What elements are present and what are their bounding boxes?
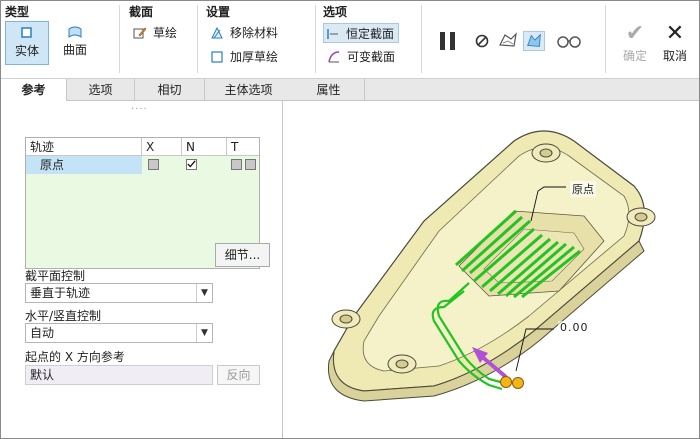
no-preview-icon[interactable] <box>471 31 493 51</box>
surface-icon <box>68 26 82 38</box>
t-checkbox[interactable] <box>231 159 242 170</box>
constant-section-label: 恒定截面 <box>346 27 395 41</box>
trajectory-name: 原点 <box>26 156 142 174</box>
header-n: N <box>182 138 227 156</box>
sweep-feature-window: 类型 实体 曲面 截面 草绘 设置 移除材料 加厚草绘 选项 恒定截面 可变截面… <box>0 0 700 439</box>
separator <box>421 5 422 73</box>
pause-icon[interactable] <box>437 31 459 51</box>
options-group-title: 选项 <box>323 5 348 19</box>
thicken-sketch-label: 加厚草绘 <box>230 50 279 64</box>
variable-section-label: 可变截面 <box>347 50 396 64</box>
section-plane-control-select[interactable]: 垂直于轨迹 ▼ <box>25 283 213 303</box>
preview-geometry-icon[interactable] <box>497 31 519 51</box>
check-icon <box>187 160 196 168</box>
tab-options[interactable]: 选项 <box>67 79 135 101</box>
verify-glasses-icon[interactable] <box>555 31 583 51</box>
hv-control-select[interactable]: 自动 ▼ <box>25 323 213 343</box>
boss-hole <box>339 314 353 324</box>
n-checkbox[interactable] <box>186 159 197 170</box>
tab-bar-extension: 属性 <box>283 79 699 101</box>
x-direction-field[interactable]: 默认 <box>25 365 213 385</box>
header-x: X <box>142 138 182 156</box>
separator <box>197 5 198 73</box>
surface-button[interactable]: 曲面 <box>53 21 97 65</box>
tab-tangency[interactable]: 相切 <box>135 79 205 101</box>
panel-grip[interactable]: .... <box>131 102 151 112</box>
chevron-down-icon: ▼ <box>196 324 212 342</box>
tab-properties[interactable]: 属性 <box>293 79 365 101</box>
remove-material-icon <box>211 26 223 39</box>
boss-hole <box>634 212 648 222</box>
t-checkbox-2[interactable] <box>245 159 256 170</box>
sketch-icon <box>133 27 147 39</box>
header-trajectory: 轨迹 <box>26 138 142 156</box>
solid-label: 实体 <box>14 44 39 58</box>
section-plane-control-label: 截平面控制 <box>25 269 86 283</box>
settings-group-title: 设置 <box>206 5 231 19</box>
graphics-viewport[interactable]: 原点 0.00 <box>284 101 699 438</box>
table-row[interactable]: 原点 <box>26 156 259 174</box>
preview-feature-icon[interactable] <box>523 31 545 51</box>
x-checkbox[interactable] <box>148 159 159 170</box>
start-point <box>512 377 524 389</box>
separator <box>315 5 316 73</box>
x-direction-label: 起点的 X 方向参考 <box>25 350 125 364</box>
coords-annotation: 0.00 <box>558 321 591 334</box>
check-icon: ✔ <box>625 21 645 46</box>
thicken-sketch-button[interactable]: 加厚草绘 <box>208 47 278 67</box>
separator <box>605 5 606 73</box>
close-icon: ✕ <box>665 21 685 46</box>
references-panel: .... 轨迹 X N T 原点 细节... 截平面控制 垂直于轨迹 ▼ 水平/… <box>1 101 283 438</box>
tab-bar: 参考 选项 相切 主体选项 <box>1 79 293 102</box>
tab-body-options[interactable]: 主体选项 <box>205 79 293 101</box>
details-button[interactable]: 细节... <box>215 243 270 267</box>
remove-material-button[interactable]: 移除材料 <box>208 23 278 43</box>
solid-button[interactable]: 实体 <box>5 21 49 65</box>
model-view <box>327 130 656 402</box>
origin-annotation: 原点 <box>570 181 596 197</box>
variable-section-icon <box>328 51 340 63</box>
type-group-title: 类型 <box>5 5 30 19</box>
remove-material-label: 移除材料 <box>230 26 279 40</box>
hv-control-label: 水平/竖直控制 <box>25 309 102 323</box>
variable-section-button[interactable]: 可变截面 <box>325 47 395 67</box>
solid-icon <box>21 27 32 38</box>
ribbon: 类型 实体 曲面 截面 草绘 设置 移除材料 加厚草绘 选项 恒定截面 可变截面… <box>1 1 699 79</box>
confirm-button[interactable]: ✔ 确定 <box>617 21 653 64</box>
separator <box>119 5 120 73</box>
sketch-button[interactable]: 草绘 <box>131 23 177 43</box>
section-plane-control-value: 垂直于轨迹 <box>30 286 91 300</box>
hv-control-value: 自动 <box>30 326 55 340</box>
surface-label: 曲面 <box>62 43 87 57</box>
tab-references[interactable]: 参考 <box>1 79 67 102</box>
constant-section-icon <box>327 29 338 39</box>
confirm-label: 确定 <box>622 49 647 63</box>
cancel-button[interactable]: ✕ 取消 <box>657 21 693 64</box>
section-group-title: 截面 <box>129 5 154 19</box>
header-t: T <box>231 140 239 154</box>
cancel-label: 取消 <box>662 49 687 63</box>
constant-section-button[interactable]: 恒定截面 <box>323 23 400 43</box>
table-header: 轨迹 X N T <box>26 138 259 156</box>
thicken-sketch-icon <box>211 51 223 63</box>
boss-hole <box>539 148 553 158</box>
sketch-label: 草绘 <box>153 26 178 40</box>
start-point <box>500 376 512 388</box>
chevron-down-icon: ▼ <box>196 284 212 302</box>
boss-hole <box>395 359 409 369</box>
reverse-button[interactable]: 反向 <box>217 365 260 385</box>
